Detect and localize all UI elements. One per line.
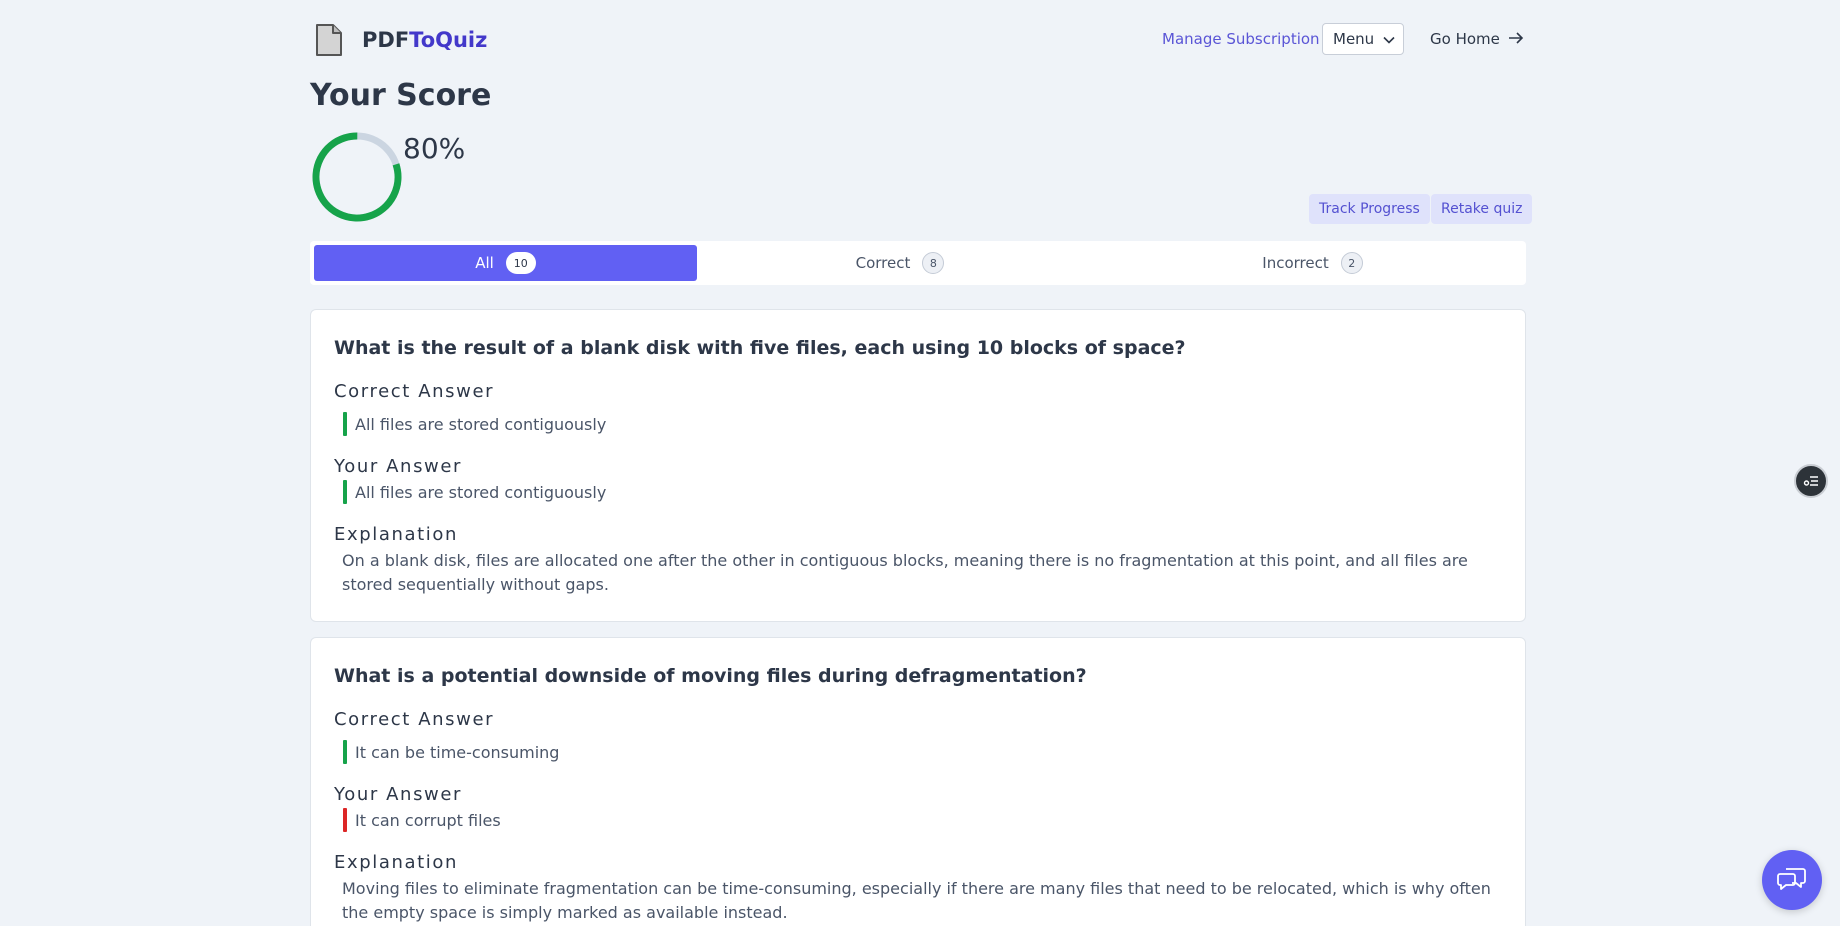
correct-answer-text: All files are stored contiguously <box>355 414 607 434</box>
your-answer: It can corrupt files <box>343 808 501 832</box>
correct-indicator-bar <box>343 740 347 764</box>
quiz-results-page: PDFToQuiz Manage Subscription Menu Go Ho… <box>0 0 1840 926</box>
question-card: What is a potential downside of moving f… <box>310 637 1526 926</box>
filter-tabs: All 10 Correct 8 Incorrect 2 <box>310 241 1526 285</box>
score-ring-chart <box>312 132 402 222</box>
score-ring-fill <box>312 132 402 222</box>
your-answer-text: It can corrupt files <box>355 810 501 830</box>
menu-label: Menu <box>1333 30 1375 48</box>
go-home-label: Go Home <box>1430 30 1500 48</box>
tab-correct-label: Correct <box>855 254 911 272</box>
correct-indicator-bar <box>343 412 347 436</box>
score-percent: 80% <box>403 132 466 165</box>
brand-name-part1: PDF <box>362 28 410 52</box>
menu-dropdown-button[interactable]: Menu <box>1322 23 1404 55</box>
question-text: What is the result of a blank disk with … <box>334 337 1186 359</box>
brand-name-part2: ToQuiz <box>409 28 488 52</box>
brand-name[interactable]: PDFToQuiz <box>362 28 487 52</box>
track-progress-button[interactable]: Track Progress <box>1309 194 1430 224</box>
correct-answer: It can be time-consuming <box>343 740 559 764</box>
explanation-text: On a blank disk, files are allocated one… <box>342 551 1468 594</box>
correct-answer-heading: Correct Answer <box>334 381 495 402</box>
correct-answer-text: It can be time-consuming <box>355 742 560 762</box>
your-answer-heading: Your Answer <box>334 784 463 805</box>
explanation-heading: Explanation <box>334 852 459 873</box>
chat-support-button[interactable] <box>1762 850 1822 910</box>
your-answer-text: All files are stored contiguously <box>355 482 607 502</box>
top-header: PDFToQuiz Manage Subscription Menu Go Ho… <box>310 20 1526 66</box>
chevron-down-icon <box>1383 30 1395 48</box>
retake-quiz-button[interactable]: Retake quiz <box>1431 194 1533 224</box>
document-logo-icon[interactable] <box>314 23 344 57</box>
manage-subscription-link[interactable]: Manage Subscription <box>1162 30 1320 48</box>
arrow-right-icon <box>1508 30 1524 48</box>
your-answer-indicator-bar <box>343 480 347 504</box>
explanation-text: Moving files to eliminate fragmentation … <box>342 879 1491 922</box>
chat-bubbles-icon <box>1777 864 1807 896</box>
tab-incorrect-count: 2 <box>1340 252 1363 274</box>
explanation-heading: Explanation <box>334 524 459 545</box>
go-home-link[interactable]: Go Home <box>1430 30 1524 48</box>
tab-all-label: All <box>475 254 494 272</box>
tab-all[interactable]: All 10 <box>314 245 697 281</box>
tab-correct[interactable]: Correct 8 <box>697 245 1103 281</box>
tab-incorrect[interactable]: Incorrect 2 <box>1103 245 1522 281</box>
tab-incorrect-label: Incorrect <box>1262 254 1329 272</box>
question-text: What is a potential downside of moving f… <box>334 665 1087 687</box>
page-title: Your Score <box>310 78 492 113</box>
correct-answer-heading: Correct Answer <box>334 709 495 730</box>
tab-correct-count: 8 <box>922 252 945 274</box>
your-answer-heading: Your Answer <box>334 456 463 477</box>
tab-all-count: 10 <box>505 252 536 274</box>
list-settings-icon <box>1803 472 1819 491</box>
question-card: What is the result of a blank disk with … <box>310 309 1526 622</box>
your-answer: All files are stored contiguously <box>343 480 606 504</box>
your-answer-indicator-bar <box>343 808 347 832</box>
correct-answer: All files are stored contiguously <box>343 412 606 436</box>
side-panel-toggle-button[interactable] <box>1794 464 1828 498</box>
